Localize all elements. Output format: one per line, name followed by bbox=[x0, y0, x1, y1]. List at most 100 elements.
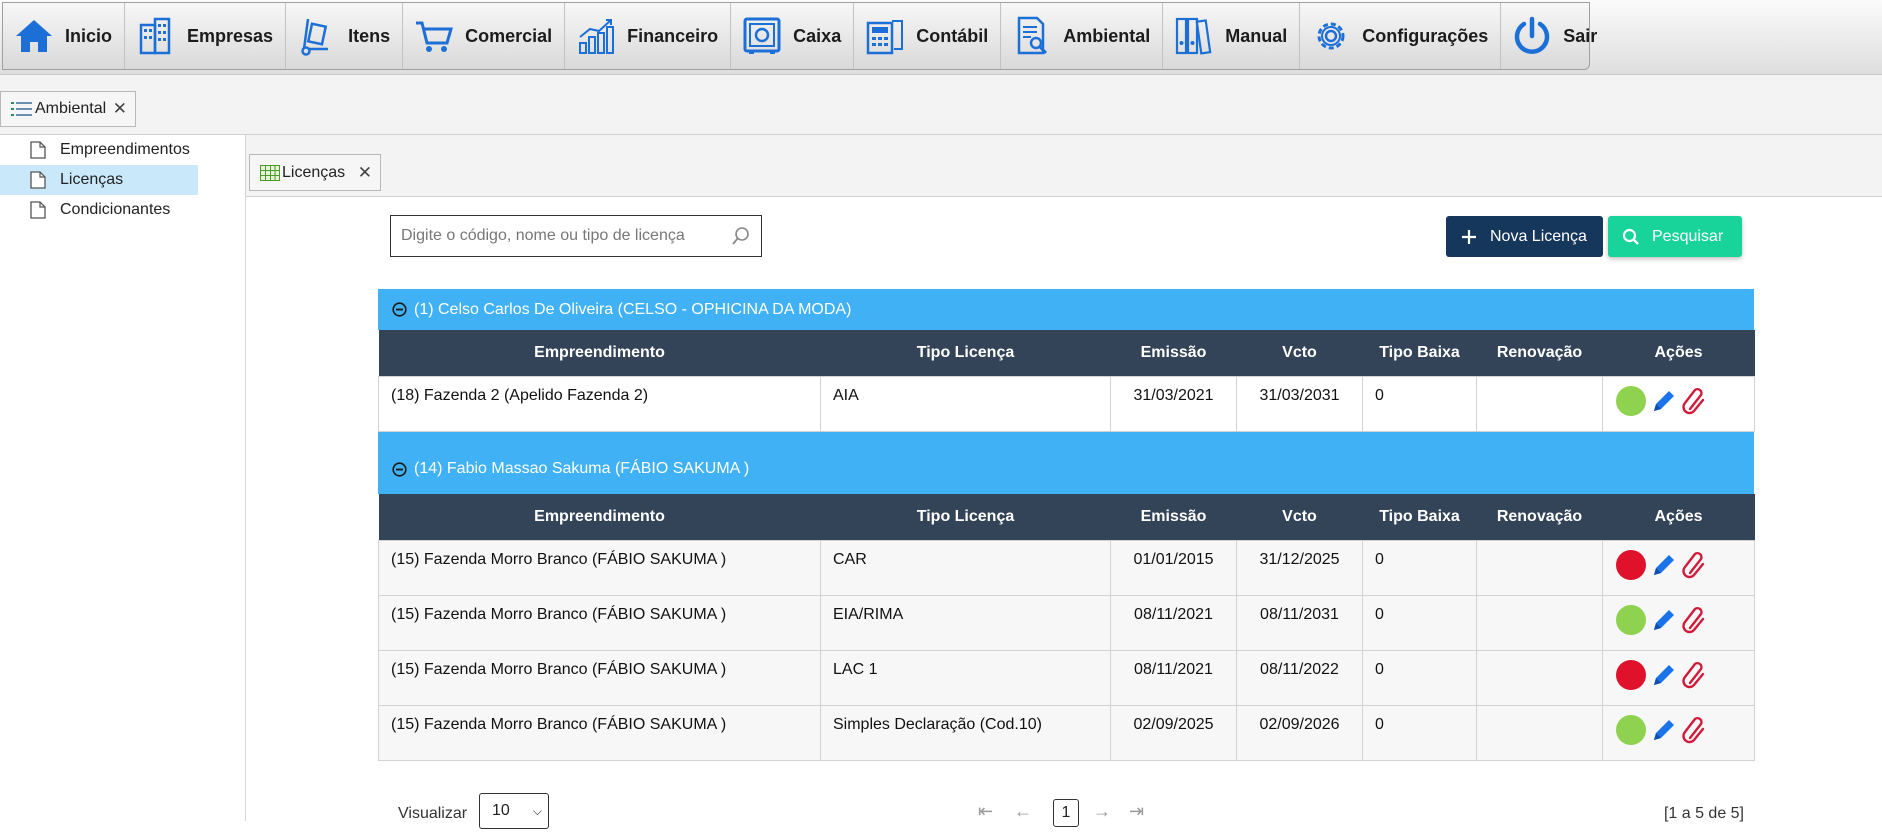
group-header[interactable]: (14) Fabio Massao Sakuma (FÁBIO SAKUMA ) bbox=[378, 432, 1754, 494]
menu-itens[interactable]: Itens bbox=[286, 3, 404, 69]
license-group: (1) Celso Carlos De Oliveira (CELSO - OP… bbox=[378, 289, 1755, 432]
hand-truck-icon bbox=[301, 18, 329, 56]
menu-configuracoes[interactable]: Configurações bbox=[1300, 3, 1502, 69]
sidebar: Empreendimentos Licenças Condicionantes bbox=[0, 135, 246, 821]
col-vcto-header: Vcto bbox=[1236, 330, 1363, 377]
close-icon[interactable]: ✕ bbox=[358, 163, 372, 183]
col-tipo-licenca-cell: AIA bbox=[820, 376, 1111, 432]
menu-label: Comercial bbox=[465, 25, 553, 46]
col-acoes-cell bbox=[1602, 705, 1755, 761]
paperclip-icon[interactable] bbox=[1682, 716, 1708, 744]
page-tab-strip: Licenças ✕ bbox=[246, 135, 1882, 197]
col-emissao-cell: 02/09/2025 bbox=[1110, 705, 1237, 761]
menu-ambiental[interactable]: Ambiental bbox=[1001, 3, 1164, 69]
menu-manual[interactable]: Manual bbox=[1163, 3, 1301, 69]
edit-pencil-icon[interactable] bbox=[1650, 716, 1678, 744]
edit-pencil-icon[interactable] bbox=[1650, 551, 1678, 579]
page-size-label: Visualizar bbox=[398, 805, 468, 822]
menu-caixa[interactable]: Caixa bbox=[731, 3, 855, 69]
buildings-icon bbox=[139, 17, 171, 55]
table-row[interactable]: (15) Fazenda Morro Branco (FÁBIO SAKUMA … bbox=[378, 705, 1755, 761]
main-menu: Inicio Empresas Itens Comercial Financei… bbox=[2, 2, 1597, 70]
collapse-icon[interactable] bbox=[392, 302, 407, 317]
page-info: [1 a 5 de 5] bbox=[1663, 805, 1744, 822]
menu-empresas[interactable]: Empresas bbox=[125, 3, 287, 69]
sidebar-item-empreendimentos[interactable]: Empreendimentos bbox=[0, 135, 198, 165]
group-header[interactable]: (1) Celso Carlos De Oliveira (CELSO - OP… bbox=[378, 289, 1754, 330]
edit-pencil-icon[interactable] bbox=[1650, 661, 1678, 689]
menu-label: Financeiro bbox=[627, 25, 719, 46]
new-license-button[interactable]: Nova Licença bbox=[1446, 216, 1603, 257]
status-indicator-icon[interactable] bbox=[1616, 715, 1646, 745]
search-button[interactable]: Pesquisar bbox=[1608, 216, 1742, 257]
col-renovacao-cell bbox=[1476, 650, 1603, 706]
safe-icon bbox=[743, 17, 781, 54]
col-tipo-licenca-cell: EIA/RIMA bbox=[820, 595, 1111, 651]
first-page-icon[interactable]: ⇤ bbox=[978, 801, 993, 822]
col-tipo-baixa-header: Tipo Baixa bbox=[1362, 494, 1477, 541]
col-tipo-baixa-cell: 0 bbox=[1362, 540, 1477, 596]
sidebar-item-label: Condicionantes bbox=[60, 201, 171, 218]
col-emissao-header: Emissão bbox=[1110, 494, 1237, 541]
collapse-icon[interactable] bbox=[392, 461, 407, 477]
edit-pencil-icon[interactable] bbox=[1650, 606, 1678, 634]
list-icon bbox=[11, 102, 32, 116]
sidebar-item-condicionantes[interactable]: Condicionantes bbox=[0, 195, 198, 225]
main-menu-bar: Inicio Empresas Itens Comercial Financei… bbox=[0, 0, 1882, 75]
menu-label: Contábil bbox=[916, 25, 989, 46]
status-indicator-icon[interactable] bbox=[1616, 386, 1646, 416]
page-size-select[interactable]: 10 ⌵ bbox=[479, 793, 549, 829]
close-icon[interactable]: ✕ bbox=[113, 99, 127, 119]
menu-label: Itens bbox=[348, 25, 391, 46]
col-tipo-licenca-header: Tipo Licença bbox=[820, 494, 1111, 541]
col-acoes-cell bbox=[1602, 540, 1755, 596]
col-tipo-licenca-header: Tipo Licença bbox=[820, 330, 1111, 377]
menu-inicio[interactable]: Inicio bbox=[3, 3, 126, 69]
tab-label: Ambiental bbox=[35, 100, 107, 117]
menu-comercial[interactable]: Comercial bbox=[403, 3, 566, 69]
col-vcto-cell: 31/12/2025 bbox=[1236, 540, 1363, 596]
paperclip-icon[interactable] bbox=[1682, 606, 1708, 634]
status-indicator-icon[interactable] bbox=[1616, 550, 1646, 580]
menu-label: Configurações bbox=[1362, 25, 1489, 46]
license-table: Empreendimento Tipo Licença Emissão Vcto Tip… bbox=[378, 330, 1755, 432]
table-row[interactable]: (15) Fazenda Morro Branco (FÁBIO SAKUMA … bbox=[378, 595, 1755, 651]
col-renovacao-cell bbox=[1476, 595, 1603, 651]
paperclip-icon[interactable] bbox=[1682, 387, 1708, 415]
prev-page-icon[interactable]: ← bbox=[1014, 801, 1032, 822]
search-input[interactable] bbox=[391, 217, 731, 255]
table-row[interactable]: (15) Fazenda Morro Branco (FÁBIO SAKUMA … bbox=[378, 650, 1755, 706]
document-icon bbox=[30, 171, 46, 189]
sidebar-item-licencas[interactable]: Licenças bbox=[0, 165, 198, 195]
edit-pencil-icon[interactable] bbox=[1650, 387, 1678, 415]
license-table: Empreendimento Tipo Licença Emissão Vcto Tip… bbox=[378, 494, 1755, 761]
menu-label: Empresas bbox=[187, 25, 274, 46]
menu-label: Sair bbox=[1563, 25, 1598, 46]
status-indicator-icon[interactable] bbox=[1616, 660, 1646, 690]
page-size-value: 10 bbox=[492, 802, 510, 819]
current-page[interactable]: 1 bbox=[1053, 799, 1079, 827]
last-page-icon[interactable]: ⇥ bbox=[1129, 801, 1144, 822]
tab-licencas[interactable]: Licenças ✕ bbox=[249, 154, 381, 191]
group-title: (14) Fabio Massao Sakuma (FÁBIO SAKUMA ) bbox=[414, 460, 750, 477]
report-search-icon bbox=[1017, 16, 1048, 55]
paperclip-icon[interactable] bbox=[1682, 551, 1708, 579]
col-tipo-licenca-cell: LAC 1 bbox=[820, 650, 1111, 706]
menu-financeiro[interactable]: Financeiro bbox=[565, 3, 732, 69]
status-indicator-icon[interactable] bbox=[1616, 605, 1646, 635]
search-field bbox=[390, 215, 762, 257]
next-page-icon[interactable]: → bbox=[1093, 801, 1111, 822]
col-tipo-baixa-cell: 0 bbox=[1362, 595, 1477, 651]
table-row[interactable]: (15) Fazenda Morro Branco (FÁBIO SAKUMA … bbox=[378, 540, 1755, 596]
menu-contabil[interactable]: Contábil bbox=[854, 3, 1002, 69]
col-renovacao-header: Renovação bbox=[1476, 494, 1603, 541]
module-tab-strip: Ambiental ✕ bbox=[0, 75, 1882, 135]
menu-sair[interactable]: Sair bbox=[1501, 3, 1609, 69]
search-icon[interactable] bbox=[731, 226, 751, 246]
col-acoes-header: Ações bbox=[1602, 330, 1755, 377]
chevron-down-icon: ⌵ bbox=[532, 803, 542, 818]
paperclip-icon[interactable] bbox=[1682, 661, 1708, 689]
table-row[interactable]: (18) Fazenda 2 (Apelido Fazenda 2) AIA 31/… bbox=[378, 376, 1755, 432]
tab-ambiental[interactable]: Ambiental ✕ bbox=[0, 91, 136, 127]
col-renovacao-header: Renovação bbox=[1476, 330, 1603, 377]
